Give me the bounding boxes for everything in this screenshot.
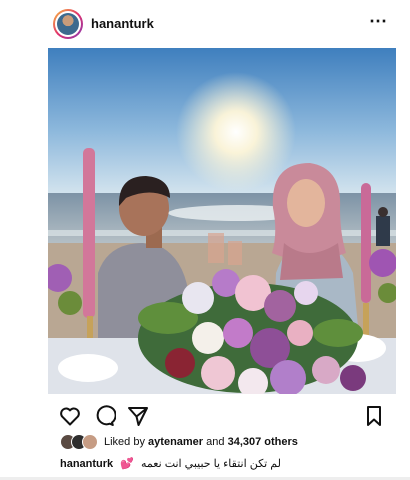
avatar-image xyxy=(57,13,79,35)
share-button[interactable] xyxy=(126,404,150,428)
comment-button[interactable] xyxy=(92,404,117,428)
instagram-post-card: hananturk ⋯ Liked by aytenamer and 34,30… xyxy=(0,0,410,480)
likes-and: and xyxy=(206,436,225,448)
likes-prefix: Liked by xyxy=(104,436,145,448)
caption-text: لم تكن انتقاء يا حبيبي انت نعمه xyxy=(141,458,281,470)
username-link[interactable]: hananturk xyxy=(91,16,154,31)
avatar[interactable] xyxy=(53,9,83,39)
action-bar xyxy=(48,402,396,430)
share-icon xyxy=(128,407,148,426)
heart-icon xyxy=(60,407,80,426)
bookmark-icon xyxy=(367,406,381,426)
save-button[interactable] xyxy=(362,404,386,428)
post-header: hananturk ⋯ xyxy=(48,4,396,44)
more-options-icon[interactable]: ⋯ xyxy=(369,11,388,32)
comment-icon xyxy=(96,405,117,426)
liker-username-link[interactable]: aytenamer xyxy=(148,436,203,448)
beach-dinner-photo xyxy=(48,48,396,394)
likes-count-link[interactable]: 34,307 others xyxy=(228,436,298,448)
hearts-emoji: 💕 xyxy=(120,458,134,470)
liker-avatar-3[interactable] xyxy=(82,434,98,450)
likes-row: Liked by aytenamer and 34,307 others xyxy=(60,434,390,452)
caption: hananturk 💕 لم تكن انتقاء يا حبيبي انت ن… xyxy=(60,457,390,473)
likes-text: Liked by aytenamer and 34,307 others xyxy=(104,436,298,448)
post-photo[interactable] xyxy=(48,48,396,394)
like-button[interactable] xyxy=(58,404,82,428)
caption-username-link[interactable]: hananturk xyxy=(60,458,113,470)
